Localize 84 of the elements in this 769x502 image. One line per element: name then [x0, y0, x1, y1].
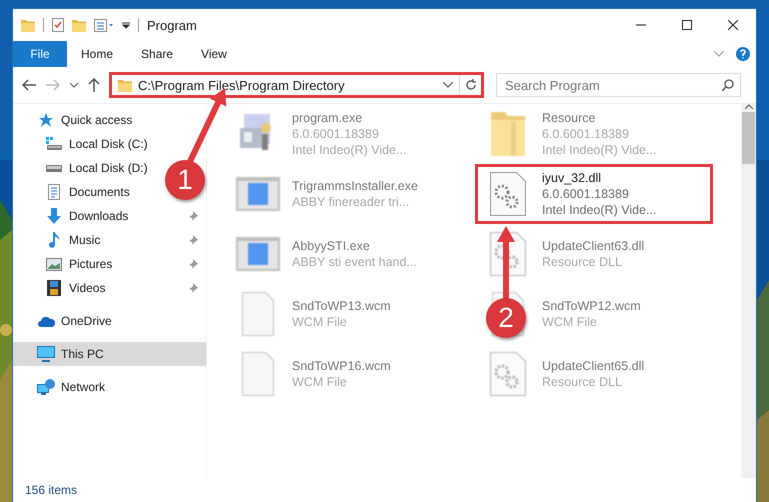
highlighted-file-item[interactable]: iyuv_32.dll 6.0.6001.18389 Intel Indeo(R) Vide... — [475, 164, 713, 224]
file-name[interactable]: SndToWP12.wcm — [542, 298, 641, 314]
film-icon — [47, 280, 61, 296]
pin-icon[interactable] — [188, 259, 198, 269]
file-name[interactable]: UpdateClient65.dll — [542, 358, 644, 374]
picture-icon — [46, 258, 62, 270]
properties-icon[interactable] — [94, 18, 114, 32]
expand-ribbon-icon[interactable] — [714, 51, 724, 57]
scrollbar[interactable] — [741, 104, 756, 478]
drive-icon — [46, 137, 62, 151]
document-icon — [48, 184, 60, 200]
file-detail: Intel Indeo(R) Vide... — [542, 142, 656, 158]
gears-file-icon — [490, 172, 526, 216]
window-icon — [236, 237, 280, 271]
file-detail: Resource DLL — [542, 374, 623, 390]
nav-item[interactable]: Network — [13, 375, 114, 399]
nav-item[interactable]: Pictures — [13, 252, 206, 276]
customize-caret-icon[interactable] — [122, 21, 130, 29]
scroll-up-icon[interactable] — [744, 104, 752, 110]
pin-icon[interactable] — [188, 283, 198, 293]
file-name[interactable]: UpdateClient63.dll — [542, 238, 644, 254]
file-name[interactable]: TrigrammsInstaller.exe — [292, 178, 418, 194]
file-detail: 6.0.6001.18389 — [292, 126, 380, 142]
nav-item[interactable]: Local Disk (D:) — [13, 156, 156, 180]
help-icon[interactable] — [736, 47, 750, 61]
nav-item[interactable]: Local Disk (C:) — [13, 132, 156, 156]
ribbon-tab[interactable]: File — [13, 41, 67, 67]
dropdown-caret-icon[interactable] — [443, 82, 453, 88]
file-name[interactable]: iyuv_32.dll — [542, 170, 656, 186]
nav-item[interactable]: Downloads — [13, 204, 206, 228]
cloud-icon — [38, 316, 54, 326]
close-icon — [728, 20, 738, 30]
checklist-icon[interactable] — [52, 18, 64, 32]
scroll-thumb[interactable] — [742, 112, 755, 164]
file-name[interactable]: AbbyySTI.exe — [292, 238, 417, 254]
download-arrow-icon — [46, 208, 62, 224]
file-detail: WCM File — [292, 374, 348, 390]
file-detail: WCM File — [542, 314, 598, 330]
item-count: 156 items — [25, 483, 78, 497]
pin-icon[interactable] — [188, 235, 198, 245]
drive-icon — [46, 164, 62, 172]
window-title: Program — [147, 18, 197, 32]
file-detail: 6.0.6001.18389 — [542, 126, 630, 142]
file-detail: Intel Indeo(R) Vide... — [292, 142, 406, 158]
file-detail: 6.0.6001.18389 — [542, 186, 630, 202]
search-field[interactable]: Search Program — [496, 73, 741, 97]
search-icon — [722, 79, 734, 91]
file-detail: ABBY sti event hand... — [292, 254, 417, 270]
file-detail: ABBY finereader tri... — [292, 194, 410, 210]
gears-file-icon — [490, 352, 526, 396]
monitor-icon — [37, 346, 55, 362]
nav-item[interactable]: Videos — [13, 276, 206, 300]
nav-item[interactable]: Music — [13, 228, 206, 252]
file-icon — [242, 292, 274, 336]
ribbon-tab[interactable]: Share — [127, 41, 188, 67]
file-detail: Resource DLL — [542, 254, 623, 270]
star-icon — [38, 112, 54, 128]
nav-item[interactable]: Quick access — [13, 108, 140, 132]
file-name[interactable]: program.exe — [292, 110, 406, 126]
nav-item[interactable]: Documents — [13, 180, 138, 204]
ribbon-tab[interactable]: View — [187, 41, 241, 67]
file-name[interactable]: Resource — [542, 110, 656, 126]
file-detail: Intel Indeo(R) Vide... — [542, 202, 656, 218]
folder-icon — [491, 112, 525, 156]
address-bar[interactable]: C:\Program Files\Program Directory — [109, 72, 484, 98]
window-icon — [236, 177, 280, 211]
refresh-icon — [464, 79, 476, 91]
file-icon — [242, 352, 274, 396]
network-icon — [37, 379, 55, 395]
nav-item[interactable]: OneDrive — [13, 309, 120, 333]
address-input[interactable]: C:\Program Files\Program Directory — [138, 78, 437, 92]
folder-icon — [118, 78, 132, 92]
new-folder-icon — [72, 18, 86, 32]
music-note-icon — [48, 232, 60, 248]
pin-icon[interactable] — [188, 211, 198, 221]
back-button[interactable] — [19, 79, 39, 91]
recent-locations-button[interactable] — [67, 82, 81, 88]
file-name[interactable]: SndToWP13.wcm — [292, 298, 391, 314]
ribbon-tab[interactable]: Home — [67, 41, 128, 67]
maximize-icon — [682, 20, 692, 30]
file-detail: WCM File — [292, 314, 348, 330]
file-name[interactable]: SndToWP16.wcm — [292, 358, 391, 374]
folder-icon — [21, 18, 35, 32]
nav-item[interactable]: This PC — [13, 342, 206, 366]
